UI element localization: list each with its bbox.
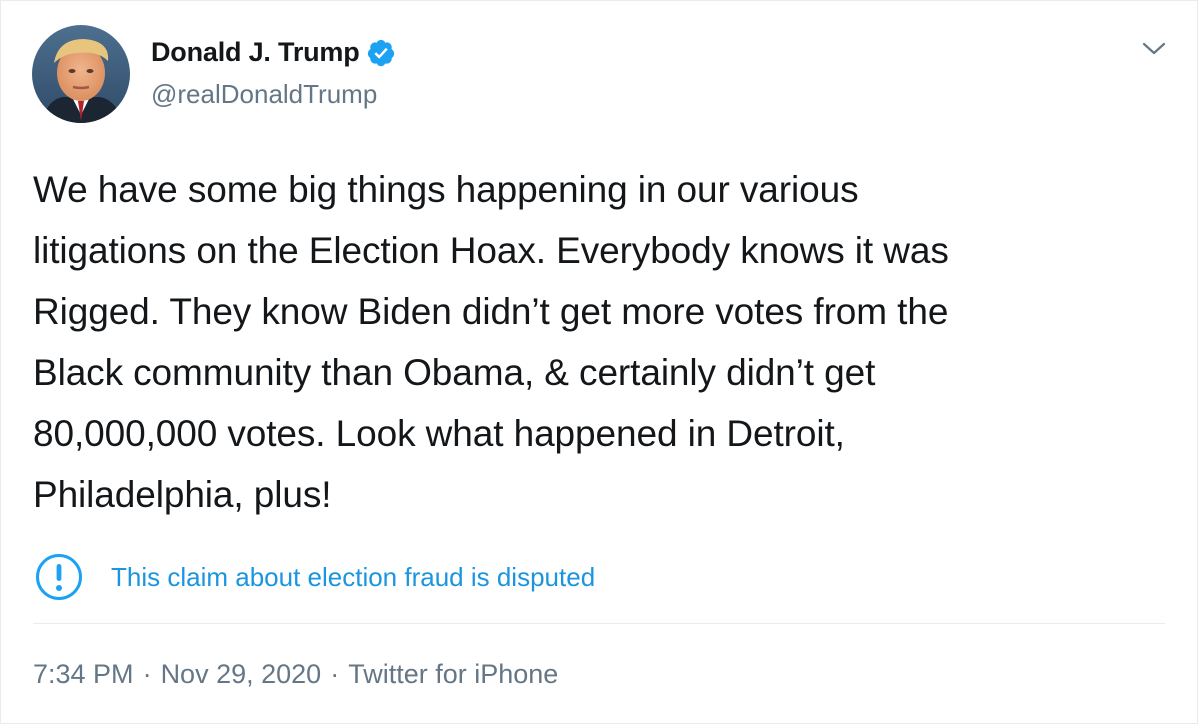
tweet-card: Donald J. Trump @realDonaldTrump We have… — [0, 0, 1198, 724]
author-name-row[interactable]: Donald J. Trump — [151, 37, 396, 68]
exclamation-circle-icon — [36, 554, 82, 600]
verified-badge-icon — [367, 39, 394, 66]
tweet-date[interactable]: Nov 29, 2020 — [161, 659, 322, 690]
author-name[interactable]: Donald J. Trump — [151, 37, 360, 68]
author-handle[interactable]: @realDonaldTrump — [151, 79, 377, 110]
disputed-claim-notice[interactable]: This claim about election fraud is dispu… — [35, 553, 595, 601]
tweet-text: We have some big things happening in our… — [33, 169, 949, 515]
avatar[interactable] — [32, 25, 130, 123]
tweet-time[interactable]: 7:34 PM — [33, 659, 134, 690]
meta-separator: · — [142, 659, 152, 689]
notice-link[interactable]: This claim about election fraud is dispu… — [111, 562, 595, 593]
meta-separator: · — [330, 659, 340, 689]
chevron-down-icon[interactable] — [1141, 37, 1167, 59]
tweet-meta: 7:34 PM · Nov 29, 2020 · Twitter for iPh… — [33, 659, 558, 690]
divider — [33, 623, 1165, 624]
avatar-image — [32, 25, 130, 123]
tweet-source[interactable]: Twitter for iPhone — [348, 659, 558, 690]
